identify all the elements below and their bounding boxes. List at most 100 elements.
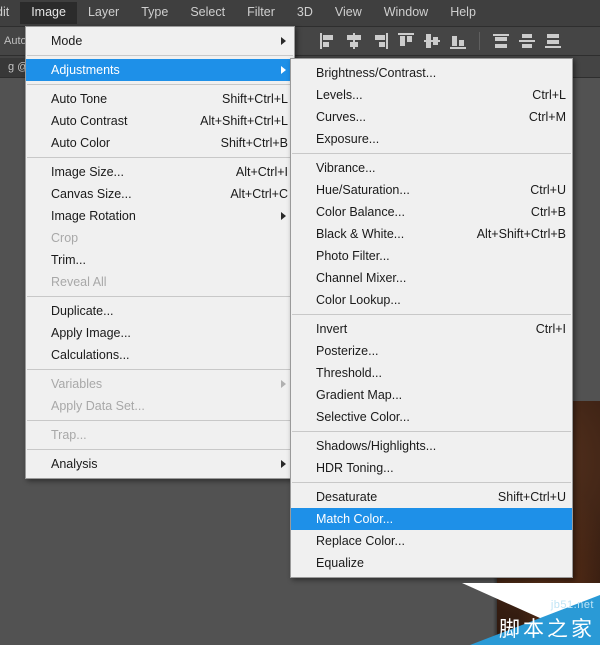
menubar-item-window[interactable]: Window bbox=[373, 2, 439, 24]
menubar-item-3d[interactable]: 3D bbox=[286, 2, 324, 24]
menu-item-equalize[interactable]: Equalize bbox=[291, 552, 572, 574]
menubar-item-select[interactable]: Select bbox=[179, 2, 236, 24]
menu-item-calculations[interactable]: Calculations... bbox=[26, 344, 294, 366]
watermark-site-name: 脚本之家 bbox=[499, 613, 595, 643]
align-top-edges-icon[interactable] bbox=[396, 31, 416, 51]
menu-item-apply-data-set: Apply Data Set... bbox=[26, 395, 294, 417]
menu-item-color-lookup[interactable]: Color Lookup... bbox=[291, 289, 572, 311]
menu-item-label: Analysis bbox=[51, 457, 98, 471]
menu-separator bbox=[27, 84, 293, 85]
menu-item-gradient-map[interactable]: Gradient Map... bbox=[291, 384, 572, 406]
adjustments-submenu[interactable]: Brightness/Contrast...Levels...Ctrl+LCur… bbox=[290, 58, 573, 578]
menu-item-brightness-contrast[interactable]: Brightness/Contrast... bbox=[291, 62, 572, 84]
menu-item-shortcut: Shift+Ctrl+B bbox=[199, 136, 288, 150]
menu-separator bbox=[27, 449, 293, 450]
menu-separator bbox=[27, 157, 293, 158]
menu-item-label: Image Size... bbox=[51, 165, 124, 179]
menubar-item-type[interactable]: Type bbox=[130, 2, 179, 24]
menu-item-vibrance[interactable]: Vibrance... bbox=[291, 157, 572, 179]
menu-item-duplicate[interactable]: Duplicate... bbox=[26, 300, 294, 322]
menu-item-shortcut: Shift+Ctrl+U bbox=[476, 490, 566, 504]
menu-item-label: Invert bbox=[316, 322, 347, 336]
menu-item-apply-image[interactable]: Apply Image... bbox=[26, 322, 294, 344]
menu-separator bbox=[27, 55, 293, 56]
photoshop-window: Auto- bbox=[0, 0, 600, 645]
menu-item-variables: Variables bbox=[26, 373, 294, 395]
menu-item-shortcut: Ctrl+L bbox=[510, 88, 566, 102]
menu-item-label: Gradient Map... bbox=[316, 388, 402, 402]
menu-item-shortcut: Ctrl+M bbox=[507, 110, 566, 124]
menu-item-color-balance[interactable]: Color Balance...Ctrl+B bbox=[291, 201, 572, 223]
image-menu[interactable]: ModeAdjustmentsAuto ToneShift+Ctrl+LAuto… bbox=[25, 26, 295, 479]
menu-item-auto-color[interactable]: Auto Color Shift+Ctrl+B bbox=[26, 132, 294, 154]
menu-item-label: Duplicate... bbox=[51, 304, 114, 318]
menu-item-invert[interactable]: Invert Ctrl+I bbox=[291, 318, 572, 340]
menu-item-black-white[interactable]: Black & White...Alt+Shift+Ctrl+B bbox=[291, 223, 572, 245]
menu-item-curves[interactable]: Curves... Ctrl+M bbox=[291, 106, 572, 128]
menu-item-label: Match Color... bbox=[316, 512, 393, 526]
align-right-edges-icon[interactable] bbox=[370, 31, 390, 51]
menu-item-desaturate[interactable]: Desaturate Shift+Ctrl+U bbox=[291, 486, 572, 508]
menu-item-label: Trim... bbox=[51, 253, 86, 267]
menu-item-match-color[interactable]: Match Color... bbox=[291, 508, 572, 530]
menu-item-mode[interactable]: Mode bbox=[26, 30, 294, 52]
menubar-item-filter[interactable]: Filter bbox=[236, 2, 286, 24]
menu-item-selective-color[interactable]: Selective Color... bbox=[291, 406, 572, 428]
menu-item-canvas-size[interactable]: Canvas Size...Alt+Ctrl+C bbox=[26, 183, 294, 205]
menu-item-photo-filter[interactable]: Photo Filter... bbox=[291, 245, 572, 267]
menu-item-label: Trap... bbox=[51, 428, 87, 442]
align-horizontal-centers-icon[interactable] bbox=[344, 31, 364, 51]
menu-item-posterize[interactable]: Posterize... bbox=[291, 340, 572, 362]
menu-item-label: Variables bbox=[51, 377, 102, 391]
menu-item-channel-mixer[interactable]: Channel Mixer... bbox=[291, 267, 572, 289]
menu-item-label: Apply Data Set... bbox=[51, 399, 145, 413]
menu-item-auto-contrast[interactable]: Auto ContrastAlt+Shift+Ctrl+L bbox=[26, 110, 294, 132]
menubar-item-layer[interactable]: Layer bbox=[77, 2, 130, 24]
distribute-bottom-edges-icon[interactable] bbox=[543, 31, 563, 51]
menu-item-analysis[interactable]: Analysis bbox=[26, 453, 294, 475]
menu-separator bbox=[292, 482, 571, 483]
menu-item-label: Curves... bbox=[316, 110, 366, 124]
menu-item-label: Channel Mixer... bbox=[316, 271, 406, 285]
menubar-item-image[interactable]: Image bbox=[20, 2, 77, 24]
menu-item-replace-color[interactable]: Replace Color... bbox=[291, 530, 572, 552]
menu-item-label: Image Rotation bbox=[51, 209, 136, 223]
submenu-arrow-icon bbox=[281, 380, 286, 388]
distribute-top-edges-icon[interactable] bbox=[491, 31, 511, 51]
align-bottom-edges-icon[interactable] bbox=[448, 31, 468, 51]
menu-item-label: Adjustments bbox=[51, 63, 120, 77]
menu-item-hue-saturation[interactable]: Hue/Saturation...Ctrl+U bbox=[291, 179, 572, 201]
align-vertical-centers-icon[interactable] bbox=[422, 31, 442, 51]
menu-item-auto-tone[interactable]: Auto ToneShift+Ctrl+L bbox=[26, 88, 294, 110]
menu-item-shortcut: Alt+Ctrl+I bbox=[214, 165, 288, 179]
menu-item-shortcut: Ctrl+I bbox=[514, 322, 566, 336]
menu-separator bbox=[292, 431, 571, 432]
menu-item-label: Shadows/Highlights... bbox=[316, 439, 436, 453]
menu-item-threshold[interactable]: Threshold... bbox=[291, 362, 572, 384]
menu-separator bbox=[27, 369, 293, 370]
watermark: jb51.net 脚本之家 bbox=[462, 583, 600, 645]
menu-item-image-size[interactable]: Image Size... Alt+Ctrl+I bbox=[26, 161, 294, 183]
menu-item-adjustments[interactable]: Adjustments bbox=[26, 59, 294, 81]
menu-item-hdr-toning[interactable]: HDR Toning... bbox=[291, 457, 572, 479]
menu-item-exposure[interactable]: Exposure... bbox=[291, 128, 572, 150]
menubar-item-dit[interactable]: dit bbox=[0, 2, 20, 24]
menu-item-trim[interactable]: Trim... bbox=[26, 249, 294, 271]
menu-item-trap: Trap... bbox=[26, 424, 294, 446]
menu-item-label: Desaturate bbox=[316, 490, 377, 504]
menubar-item-view[interactable]: View bbox=[324, 2, 373, 24]
distribute-vertical-centers-icon[interactable] bbox=[517, 31, 537, 51]
menu-item-label: Auto Color bbox=[51, 136, 110, 150]
menu-item-image-rotation[interactable]: Image Rotation bbox=[26, 205, 294, 227]
menu-item-label: Brightness/Contrast... bbox=[316, 66, 436, 80]
menu-item-levels[interactable]: Levels...Ctrl+L bbox=[291, 84, 572, 106]
align-buttons-group bbox=[318, 31, 563, 51]
menu-item-label: HDR Toning... bbox=[316, 461, 394, 475]
menu-item-label: Reveal All bbox=[51, 275, 107, 289]
menu-item-label: Hue/Saturation... bbox=[316, 183, 410, 197]
menu-item-crop: Crop bbox=[26, 227, 294, 249]
align-left-edges-icon[interactable] bbox=[318, 31, 338, 51]
menu-item-shadows-highlights[interactable]: Shadows/Highlights... bbox=[291, 435, 572, 457]
menu-item-label: Crop bbox=[51, 231, 78, 245]
menubar-item-help[interactable]: Help bbox=[439, 2, 487, 24]
